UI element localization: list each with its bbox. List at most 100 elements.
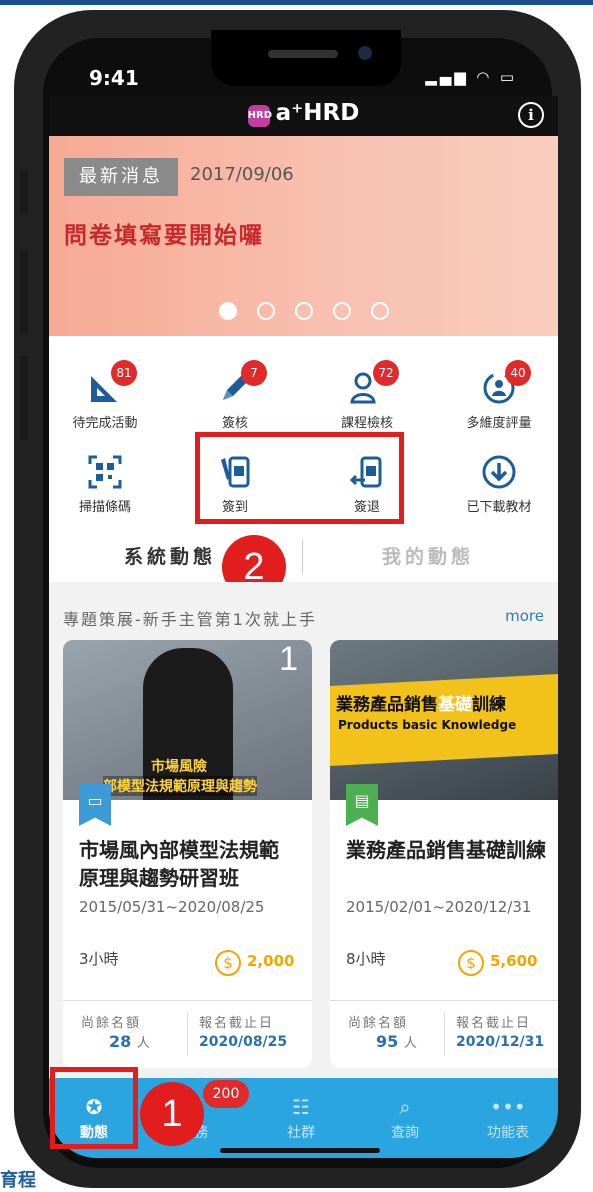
quota-number: 28	[109, 1032, 132, 1051]
info-icon[interactable]: i	[518, 102, 544, 128]
course-hours: 8小時	[346, 950, 386, 968]
divider	[330, 1000, 558, 1001]
news-date: 2017/09/06	[190, 164, 294, 185]
course-hours: 3小時	[79, 950, 119, 968]
fn-label: 待完成活動	[72, 416, 138, 431]
tab-divider	[302, 540, 303, 574]
coin-icon: $	[215, 950, 241, 976]
image-title-c: 訓練	[472, 695, 506, 715]
course-card[interactable]: 1 市場風險 部模型法規範原理與趨勢 ▭ 市場風內部模型法規範原理與趨勢研習班 …	[63, 640, 312, 1068]
status-icons: ▂▄▆ ◠ ▭	[425, 68, 517, 86]
deadline-label: 報名截止日	[456, 1016, 532, 1031]
community-icon: ☷	[292, 1095, 310, 1119]
quota-label: 尚餘名額	[81, 1016, 142, 1031]
fn-approval[interactable]: 7 簽核	[185, 360, 285, 431]
image-caption: 市場風險	[151, 759, 207, 775]
fn-label: 已下載教材	[466, 500, 532, 515]
deadline-label: 報名截止日	[199, 1016, 275, 1031]
course-image: 1 市場風險 部模型法規範原理與趨勢	[63, 640, 312, 800]
news-headline[interactable]: 問卷填寫要開始囉	[64, 216, 264, 250]
quota-value: 28 人	[109, 1032, 150, 1051]
app-title: HRD a⁺HRD	[49, 100, 558, 127]
quota-unit: 人	[403, 1036, 417, 1051]
fn-course-check[interactable]: 72 課程檢核	[317, 360, 417, 431]
highlight-box-1	[50, 1067, 138, 1149]
image-caption: 業務產品銷售基礎訓練	[336, 690, 506, 715]
fn-label: 課程檢核	[340, 416, 393, 431]
tab-my-activity[interactable]: 我的動態	[382, 542, 474, 569]
nav-community[interactable]: ☷ 社群	[256, 1096, 346, 1142]
triangle-ruler-icon: 81	[87, 360, 137, 406]
fn-downloaded-materials[interactable]: 已下載教材	[449, 454, 549, 515]
mute-switch	[20, 170, 28, 214]
top-border	[0, 0, 593, 5]
carousel-dot[interactable]	[294, 302, 313, 320]
fn-label: 簽核	[221, 416, 248, 431]
image-title-a: 業務產品銷售	[336, 695, 438, 715]
section-title: 專題策展-新手主管第1次就上手	[63, 610, 317, 629]
front-camera	[358, 46, 372, 60]
monitor-icon: ▭	[79, 784, 111, 826]
carousel-dot[interactable]	[256, 302, 275, 320]
news-banner[interactable]: 最新消息 2017/09/06 問卷填寫要開始囉	[49, 136, 558, 336]
badge: 7	[241, 360, 267, 386]
volume-up-button	[20, 250, 28, 334]
deadline-value: 2020/08/25	[199, 1034, 288, 1050]
pencil-icon: 7	[217, 360, 267, 406]
course-date: 2015/02/01~2020/12/31	[346, 898, 532, 916]
search-icon: ⌕	[399, 1095, 411, 1119]
course-title: 業務產品銷售基礎訓練	[346, 838, 546, 862]
quota-value: 95 人	[376, 1032, 417, 1051]
home-indicator	[220, 1148, 380, 1153]
speaker	[268, 50, 338, 58]
app-title-text: a⁺HRD	[275, 100, 360, 126]
status-time: 9:41	[89, 66, 139, 90]
coin-icon: $	[458, 950, 484, 976]
nav-menu[interactable]: ••• 功能表	[463, 1096, 553, 1142]
carousel-dot[interactable]	[218, 302, 237, 320]
image-caption: 部模型法規範原理與趨勢	[103, 776, 257, 796]
nav-label: 社群	[287, 1125, 315, 1141]
badge: 72	[373, 360, 399, 386]
nav-search[interactable]: ⌕ 查詢	[360, 1096, 450, 1142]
carousel-dot[interactable]	[332, 302, 351, 320]
fn-label: 掃描條碼	[78, 500, 131, 515]
step-marker-1: 1	[140, 1082, 204, 1146]
card-number: 1	[279, 640, 298, 678]
nav-label: 查詢	[391, 1125, 419, 1141]
image-subcaption: Products basic Knowledge	[338, 718, 517, 732]
curation-section: 專題策展-新手主管第1次就上手 more 1 市場風險 部模型法規範原理與趨勢 …	[49, 582, 558, 1092]
deadline-value: 2020/12/31	[456, 1034, 545, 1050]
image-title-b: 基礎	[438, 695, 472, 715]
tab-system-activity[interactable]: 系統動態	[124, 542, 216, 569]
more-link[interactable]: more	[505, 607, 544, 625]
badge: 40	[505, 360, 531, 386]
course-price: 2,000	[247, 952, 295, 970]
carousel-dot[interactable]	[370, 302, 389, 320]
course-price: 5,600	[490, 952, 538, 970]
divider	[444, 1012, 445, 1056]
news-tag: 最新消息	[64, 158, 178, 196]
course-title: 市場風內部模型法規範原理與趨勢研習班	[79, 838, 279, 890]
book-icon: ▤	[346, 784, 378, 826]
quota-unit: 人	[136, 1036, 150, 1051]
cropped-text: 育程	[0, 1170, 36, 1191]
app-bar: HRD a⁺HRD i	[49, 96, 558, 136]
quota-label: 尚餘名額	[348, 1016, 409, 1031]
fn-multi-evaluation[interactable]: 40 多維度評量	[449, 360, 549, 431]
app-logo-icon: HRD	[247, 105, 272, 127]
course-image: 業務產品銷售基礎訓練 Products basic Knowledge	[330, 640, 558, 800]
course-card[interactable]: 業務產品銷售基礎訓練 Products basic Knowledge ▤ 業務…	[330, 640, 558, 1068]
divider	[187, 1012, 188, 1056]
badge: 81	[111, 360, 137, 386]
volume-down-button	[20, 356, 28, 440]
highlight-box-2	[195, 432, 404, 524]
fn-scan-barcode[interactable]: 掃描條碼	[55, 454, 155, 515]
fn-pending-activities[interactable]: 81 待完成活動	[55, 360, 155, 431]
qr-scan-icon	[87, 454, 123, 490]
fn-label: 多維度評量	[466, 416, 532, 431]
people-check-icon: 72	[349, 360, 399, 406]
quota-number: 95	[376, 1032, 399, 1051]
nav-label: 功能表	[487, 1125, 529, 1141]
person-cycle-icon: 40	[481, 360, 531, 406]
